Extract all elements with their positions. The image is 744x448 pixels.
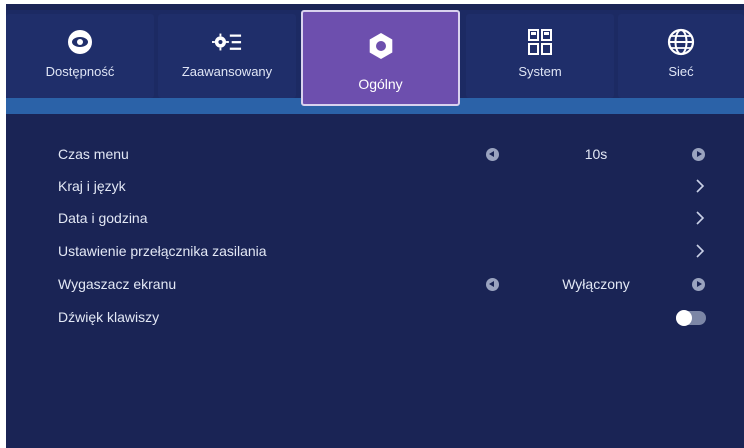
setting-label: Data i godzina	[58, 210, 148, 226]
tab-label: Ogólny	[358, 76, 403, 92]
setting-menu-timeout[interactable]: Czas menu 10s	[6, 140, 744, 172]
setting-screensaver[interactable]: Wygaszacz ekranu Wyłączony	[6, 270, 744, 302]
setting-key-sound[interactable]: Dźwięk klawiszy	[6, 303, 744, 335]
setting-country-language[interactable]: Kraj i język	[6, 172, 744, 204]
tab-network[interactable]: Sieć	[618, 14, 744, 98]
setting-value: 10s	[584, 146, 608, 162]
next-value-button[interactable]	[692, 278, 705, 291]
key-sound-toggle[interactable]	[676, 310, 706, 326]
gear-icon	[366, 32, 396, 60]
setting-power-switch[interactable]: Ustawienie przełącznika zasilania	[6, 237, 744, 269]
toggle-knob	[676, 310, 692, 326]
setting-date-time[interactable]: Data i godzina	[6, 204, 744, 236]
tab-system[interactable]: System	[466, 14, 614, 98]
tab-label: Zaawansowany	[181, 64, 273, 79]
setting-label: Kraj i język	[58, 178, 126, 194]
system-grid-icon	[525, 28, 555, 56]
setting-label: Wygaszacz ekranu	[58, 276, 177, 292]
chevron-right-icon	[692, 242, 708, 260]
tab-accessibility[interactable]: Dostępność	[6, 14, 154, 98]
setting-label: Dźwięk klawiszy	[58, 309, 160, 325]
tab-general[interactable]: Ogólny	[301, 10, 460, 106]
eye-icon	[65, 28, 95, 56]
tab-advanced[interactable]: Zaawansowany	[158, 14, 296, 98]
setting-label: Czas menu	[58, 146, 129, 162]
previous-value-button[interactable]	[486, 148, 499, 161]
setting-label: Ustawienie przełącznika zasilania	[58, 243, 267, 259]
tab-label: System	[518, 64, 562, 79]
tab-label: Sieć	[668, 64, 694, 79]
previous-value-button[interactable]	[486, 278, 499, 291]
tab-label: Dostępność	[45, 64, 115, 79]
setting-value: Wyłączony	[562, 276, 630, 292]
globe-icon	[666, 28, 696, 56]
tv-settings-screen: Dostępność Zaawansowany Ogólny System Si…	[0, 0, 744, 448]
next-value-button[interactable]	[692, 148, 705, 161]
advanced-settings-icon	[212, 28, 242, 56]
settings-panel: Dostępność Zaawansowany Ogólny System Si…	[6, 4, 744, 448]
chevron-right-icon	[692, 177, 708, 195]
chevron-right-icon	[692, 209, 708, 227]
